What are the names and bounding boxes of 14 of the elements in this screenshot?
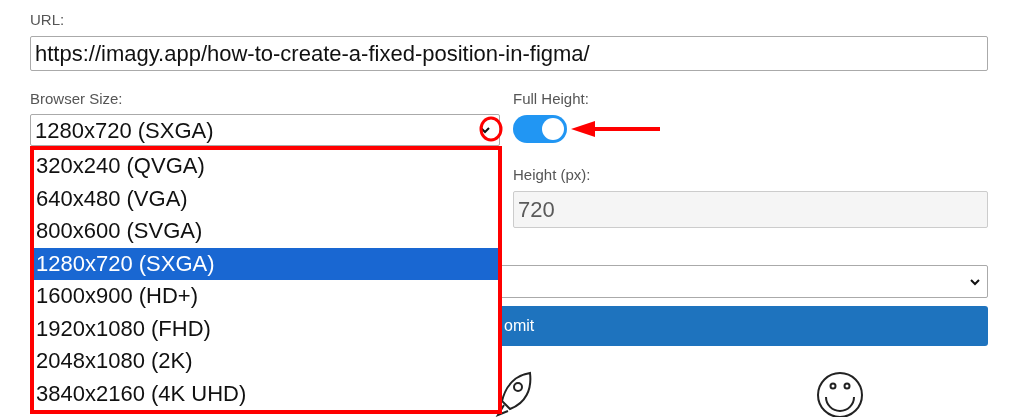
- field-label: URL:: [30, 11, 65, 29]
- dropdown-option[interactable]: 2048x1080 (2K): [34, 345, 498, 378]
- dropdown-option[interactable]: 800x600 (SVGA): [34, 215, 498, 248]
- field-label: Full Height:: [513, 90, 589, 108]
- dropdown-option[interactable]: 320x240 (QVGA): [34, 150, 498, 183]
- dropdown-option[interactable]: 3840x2160 (4K UHD): [34, 377, 498, 410]
- dropdown-option[interactable]: 1920x1080 (FHD): [34, 312, 498, 345]
- browser-size-select[interactable]: 1280x720 (SXGA): [30, 114, 500, 146]
- dropdown-option[interactable]: 1280x720 (SXGA): [34, 247, 498, 280]
- height-field: 720: [513, 191, 988, 228]
- field-label: Height (px):: [513, 166, 591, 184]
- field-label: Browser Size:: [30, 90, 123, 108]
- dropdown-option[interactable]: 640x480 (VGA): [34, 182, 498, 215]
- url-field[interactable]: https://imagy.app/how-to-create-a-fixed-position-in-figma/: [30, 36, 988, 71]
